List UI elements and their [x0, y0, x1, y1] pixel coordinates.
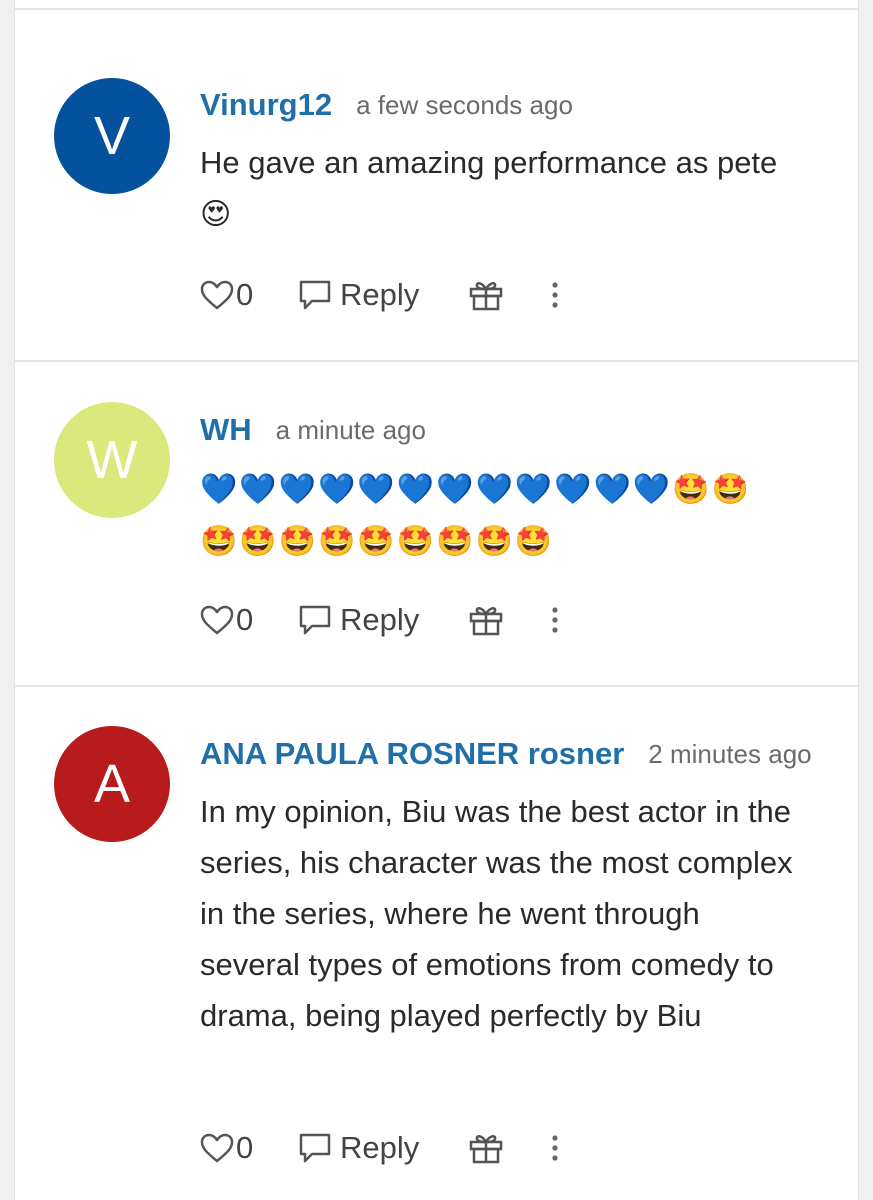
more-vertical-icon	[552, 282, 558, 308]
comment-feed: V Vinurg12 a few seconds ago He gave an …	[14, 0, 859, 1200]
reply-label: Reply	[340, 277, 420, 312]
comment-content: ANA PAULA ROSNER rosner 2 minutes ago In…	[200, 732, 838, 1041]
heart-icon	[200, 280, 234, 310]
like-count: 0	[236, 1130, 254, 1165]
comment-timestamp[interactable]: a minute ago	[276, 415, 426, 446]
more-options-button[interactable]	[550, 1134, 580, 1162]
comment-timestamp[interactable]: a few seconds ago	[356, 90, 573, 121]
like-count: 0	[236, 602, 254, 637]
heart-icon	[200, 1133, 234, 1163]
comment-emoji: 😍	[200, 197, 234, 232]
comment-text: In my opinion, Biu was the best actor in…	[200, 794, 793, 1033]
comment-timestamp[interactable]: 2 minutes ago	[648, 739, 811, 770]
gift-button[interactable]	[468, 278, 550, 312]
more-options-button[interactable]	[550, 281, 580, 309]
reply-label: Reply	[340, 602, 420, 637]
like-button[interactable]: 0	[200, 1130, 298, 1166]
more-vertical-icon	[552, 1135, 558, 1161]
heart-icon	[200, 605, 234, 635]
comment-author[interactable]: WH	[200, 412, 252, 448]
avatar[interactable]: A	[54, 726, 170, 842]
comment-text: He gave an amazing performance as pete 😍	[200, 137, 838, 241]
gift-button[interactable]	[468, 1131, 550, 1165]
comment-author[interactable]: Vinurg12	[200, 87, 332, 123]
like-count: 0	[236, 277, 254, 312]
comment-text-content: He gave an amazing performance as pete	[200, 145, 778, 180]
comment-item: A ANA PAULA ROSNER rosner 2 minutes ago …	[15, 687, 858, 1200]
comment-content: Vinurg12 a few seconds ago He gave an am…	[200, 83, 838, 241]
comment-content: WH a minute ago 💙💙💙💙💙💙💙💙💙💙💙💙🤩🤩 🤩🤩🤩🤩🤩🤩🤩🤩🤩	[200, 408, 838, 568]
comment-actions: 0 Reply	[200, 273, 580, 317]
comment-emoji-line: 🤩🤩🤩🤩🤩🤩🤩🤩🤩	[200, 524, 555, 559]
speech-bubble-icon	[299, 280, 331, 310]
reply-label: Reply	[340, 1130, 420, 1165]
reply-button[interactable]: Reply	[298, 602, 468, 638]
gift-icon	[469, 282, 503, 311]
top-divider	[15, 0, 858, 10]
comment-actions: 0 Reply	[200, 1126, 580, 1170]
reply-button[interactable]: Reply	[298, 277, 468, 313]
avatar[interactable]: V	[54, 78, 170, 194]
speech-bubble-icon	[299, 605, 331, 635]
more-options-button[interactable]	[550, 606, 580, 634]
comment-item: V Vinurg12 a few seconds ago He gave an …	[15, 10, 858, 362]
comment-item: W WH a minute ago 💙💙💙💙💙💙💙💙💙💙💙💙🤩🤩 🤩🤩🤩🤩🤩🤩🤩…	[15, 362, 858, 687]
like-button[interactable]: 0	[200, 277, 298, 313]
gift-button[interactable]	[468, 603, 550, 637]
gift-icon	[469, 607, 503, 636]
gift-icon	[469, 1135, 503, 1164]
avatar[interactable]: W	[54, 402, 170, 518]
comment-actions: 0 Reply	[200, 598, 580, 642]
more-vertical-icon	[552, 607, 558, 633]
reply-button[interactable]: Reply	[298, 1130, 468, 1166]
comment-author[interactable]: ANA PAULA ROSNER rosner	[200, 736, 624, 772]
like-button[interactable]: 0	[200, 602, 298, 638]
comment-emoji-line: 💙💙💙💙💙💙💙💙💙💙💙💙🤩🤩	[200, 472, 751, 507]
speech-bubble-icon	[299, 1133, 331, 1163]
